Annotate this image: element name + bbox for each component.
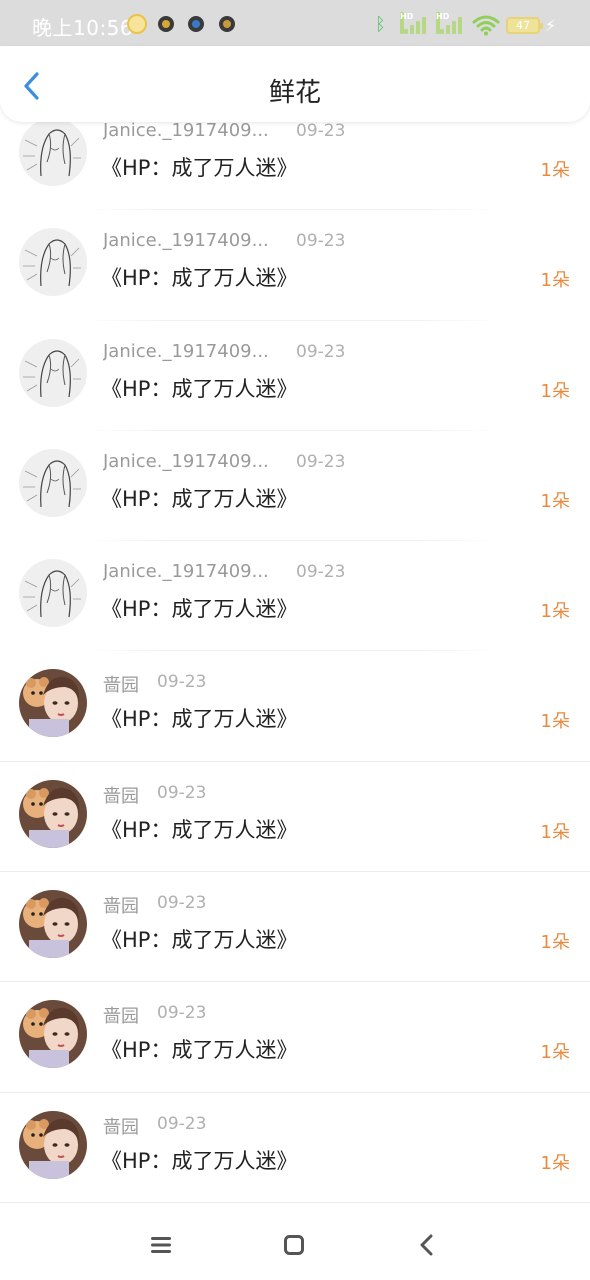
flower-count: 1朵 — [540, 270, 570, 292]
user-name: Janice._1917409... — [103, 340, 269, 362]
list-item[interactable]: 啬园 09-23 《HP：成了万人迷》 1朵 — [0, 982, 590, 1093]
flower-count: 1朵 — [540, 490, 570, 512]
user-name: 啬园 — [103, 1006, 139, 1028]
user-name: Janice._1917409... — [103, 450, 269, 472]
flower-count: 1朵 — [540, 711, 570, 733]
flower-count: 1朵 — [540, 380, 570, 402]
book-title: 《HP：成了万人迷》 — [101, 1148, 298, 1173]
girl-with-bear-avatar[interactable] — [19, 1110, 87, 1179]
girl-with-bear-avatar[interactable] — [19, 1000, 87, 1069]
gift-date: 09-23 — [296, 341, 346, 362]
girl-with-bear-avatar[interactable] — [19, 779, 87, 848]
battery-icon: 47 — [506, 17, 543, 34]
flower-count: 1朵 — [540, 160, 570, 181]
book-title: 《HP：成了万人迷》 — [101, 376, 298, 401]
menu-icon — [151, 1237, 171, 1253]
app-header: 鲜花 — [0, 46, 590, 122]
status-time: 晚上10:56 — [32, 16, 134, 40]
wifi-icon — [472, 15, 500, 36]
home-button[interactable] — [279, 1230, 309, 1260]
app-notification-icon — [188, 16, 204, 32]
list-item[interactable]: Janice._1917409... 09-23 《HP：成了万人迷》 1朵 — [0, 541, 590, 652]
flower-count: 1朵 — [540, 821, 570, 843]
list-item[interactable]: 啬园 09-23 《HP：成了万人迷》 1朵 — [0, 651, 590, 762]
divider — [0, 1201, 590, 1203]
sketch-avatar[interactable] — [19, 559, 87, 628]
gift-date: 09-23 — [157, 782, 207, 803]
sketch-avatar[interactable] — [19, 118, 87, 186]
battery-level: 47 — [516, 19, 530, 32]
menu-button[interactable] — [146, 1230, 176, 1260]
list-item[interactable]: Janice._1917409... 09-23 《HP：成了万人迷》 1朵 — [0, 431, 590, 542]
list-item[interactable]: 啬园 09-23 《HP：成了万人迷》 1朵 — [0, 872, 590, 983]
charging-icon: ⚡ — [545, 16, 557, 35]
book-title: 《HP：成了万人迷》 — [101, 1038, 298, 1063]
book-title: 《HP：成了万人迷》 — [101, 156, 298, 180]
gift-date: 09-23 — [157, 1113, 207, 1134]
gift-date: 09-23 — [157, 893, 207, 914]
alarm-icon — [127, 14, 147, 34]
girl-with-bear-avatar[interactable] — [19, 890, 87, 959]
user-name: 啬园 — [103, 1116, 139, 1138]
list-item[interactable]: 啬园 09-23 《HP：成了万人迷》 1朵 — [0, 762, 590, 873]
gift-date: 09-23 — [157, 1003, 207, 1024]
list-item[interactable]: Janice._1917409... 09-23 《HP：成了万人迷》 1朵 — [0, 210, 590, 321]
back-icon — [420, 1234, 433, 1256]
user-name: Janice._1917409... — [103, 120, 269, 141]
sketch-avatar[interactable] — [19, 448, 87, 517]
book-title: 《HP：成了万人迷》 — [101, 817, 298, 842]
nav-back-button[interactable] — [412, 1230, 442, 1260]
user-name: 啬园 — [103, 675, 139, 697]
flower-count: 1朵 — [540, 601, 570, 623]
flower-gift-list: Janice._1917409... 09-23 《HP：成了万人迷》 1朵 Janic… — [0, 100, 590, 1203]
girl-with-bear-avatar[interactable] — [19, 669, 87, 738]
sketch-avatar[interactable] — [19, 228, 87, 297]
bluetooth-icon: ᛒ — [375, 14, 386, 35]
flower-count: 1朵 — [540, 1042, 570, 1064]
book-title: 《HP：成了万人迷》 — [101, 707, 298, 732]
gift-date: 09-23 — [296, 231, 346, 252]
app-notification-icon — [158, 16, 174, 32]
user-name: Janice._1917409... — [103, 230, 269, 252]
gift-date: 09-23 — [296, 451, 346, 472]
book-title: 《HP：成了万人迷》 — [101, 928, 298, 953]
user-name: 啬园 — [103, 785, 139, 807]
list-item[interactable]: 啬园 09-23 《HP：成了万人迷》 1朵 — [0, 1093, 590, 1203]
book-title: 《HP：成了万人迷》 — [101, 597, 298, 622]
book-title: 《HP：成了万人迷》 — [101, 486, 298, 511]
user-name: Janice._1917409... — [103, 561, 269, 583]
book-title: 《HP：成了万人迷》 — [101, 266, 298, 291]
flower-count: 1朵 — [540, 932, 570, 954]
gift-date: 09-23 — [296, 121, 346, 141]
user-name: 啬园 — [103, 896, 139, 918]
flower-count: 1朵 — [540, 1152, 570, 1174]
status-bar: 晚上10:56 ᛒ HD HD 47 ⚡ — [0, 0, 590, 46]
system-nav-bar — [0, 1210, 590, 1280]
signal-icon: HD — [400, 12, 426, 34]
home-icon — [284, 1235, 304, 1255]
gift-date: 09-23 — [157, 672, 207, 693]
page-title: 鲜花 — [268, 78, 321, 108]
signal-icon: HD — [436, 12, 462, 34]
sketch-avatar[interactable] — [19, 338, 87, 407]
list-item[interactable]: Janice._1917409... 09-23 《HP：成了万人迷》 1朵 — [0, 321, 590, 431]
app-notification-icon — [219, 16, 235, 32]
gift-date: 09-23 — [296, 562, 346, 583]
